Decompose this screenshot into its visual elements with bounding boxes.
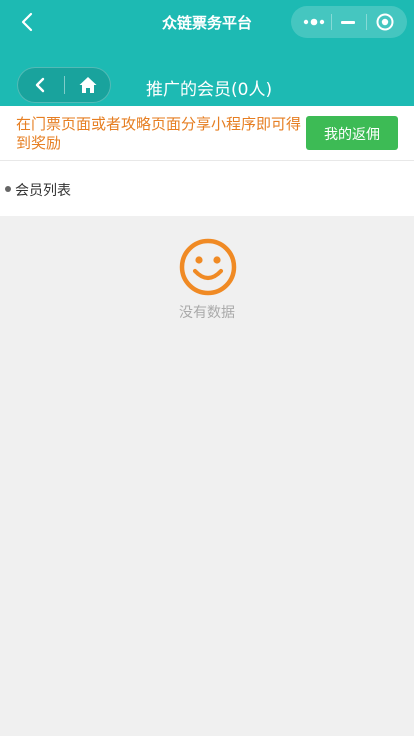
- page-title: 推广的会员(0人): [146, 80, 273, 100]
- my-rebate-button[interactable]: 我的返佣: [306, 116, 398, 150]
- capsule-divider: [331, 14, 332, 30]
- pill-divider: [64, 76, 65, 94]
- notice-text: 在门票页面或者攻略页面分享小程序即可得到奖励: [16, 115, 302, 152]
- capsule-menu: [291, 6, 407, 38]
- member-list-title: 会员列表: [15, 183, 71, 199]
- bullet-dot: [5, 186, 11, 192]
- member-list-header: 会员列表: [0, 161, 414, 216]
- notice-bar: 在门票页面或者攻略页面分享小程序即可得到奖励 我的返佣: [0, 106, 414, 161]
- nav-pill: [17, 67, 111, 103]
- minimize-icon[interactable]: [341, 21, 355, 24]
- smiley-icon: [179, 238, 237, 296]
- chevron-left-icon[interactable]: [32, 76, 50, 94]
- capsule-divider: [366, 14, 367, 30]
- more-dots-icon[interactable]: [303, 16, 325, 28]
- app-topbar: 众链票务平台: [0, 0, 414, 44]
- empty-state-text: 没有数据: [179, 305, 235, 321]
- home-icon[interactable]: [78, 75, 98, 95]
- circle-close-icon[interactable]: [376, 13, 394, 31]
- page-header: 推广的会员(0人): [0, 44, 414, 106]
